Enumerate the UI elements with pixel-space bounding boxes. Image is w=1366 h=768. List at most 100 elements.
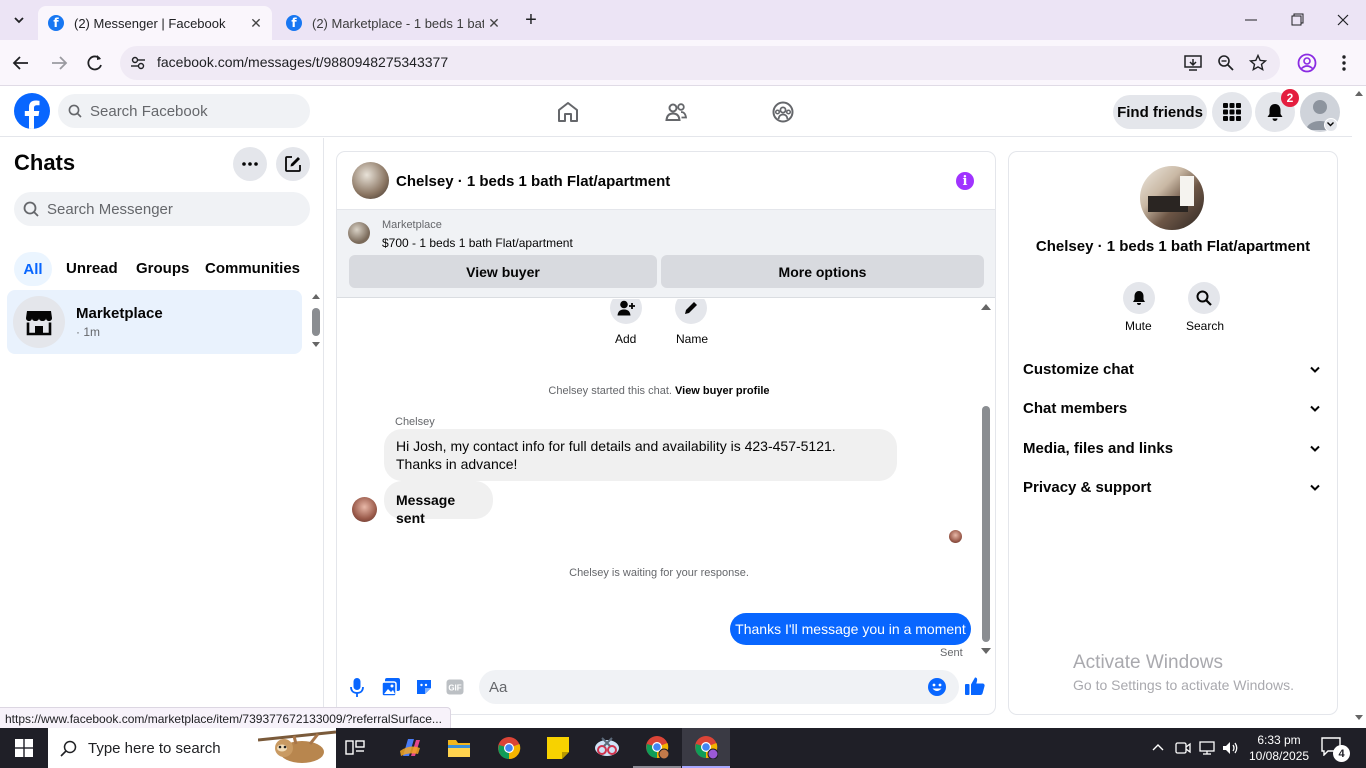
scroll-down-icon[interactable] — [1355, 715, 1363, 720]
taskbar-search[interactable]: Type here to search — [48, 728, 336, 768]
snipping-tool-app[interactable] — [594, 736, 620, 760]
task-view-button[interactable] — [345, 738, 365, 758]
chrome-app[interactable] — [497, 736, 521, 760]
like-thumbs-up-icon[interactable] — [965, 676, 985, 696]
sticker-icon[interactable] — [415, 678, 433, 696]
scroll-thumb[interactable] — [312, 308, 320, 336]
filter-communities[interactable]: Communities — [205, 260, 300, 277]
start-button[interactable] — [0, 728, 48, 768]
file-explorer-app[interactable] — [447, 737, 471, 759]
groups-icon — [772, 101, 794, 123]
filter-unread[interactable]: Unread — [66, 260, 118, 277]
message-input-placeholder: Aa — [489, 679, 508, 696]
profile-button[interactable] — [1297, 53, 1317, 73]
reload-button[interactable] — [84, 52, 106, 74]
nav-friends[interactable] — [664, 100, 688, 124]
chat-list-scrollbar[interactable] — [310, 292, 322, 350]
edit-name-button[interactable] — [675, 299, 707, 324]
site-settings-icon[interactable] — [130, 55, 146, 71]
scroll-up-icon[interactable] — [981, 304, 991, 310]
filter-all[interactable]: All — [14, 252, 52, 286]
nav-home[interactable] — [556, 100, 580, 124]
search-icon — [68, 104, 82, 118]
meet-now-icon[interactable] — [1175, 740, 1191, 756]
view-buyer-button[interactable]: View buyer — [349, 255, 657, 288]
section-privacy-support[interactable]: Privacy & support — [1023, 479, 1323, 501]
search-conversation-button[interactable] — [1188, 282, 1220, 314]
section-customize-chat[interactable]: Customize chat — [1023, 361, 1323, 383]
listing-thumbnail[interactable] — [352, 162, 389, 199]
close-tab-icon[interactable]: ✕ — [246, 15, 266, 32]
chat-options-button[interactable] — [233, 147, 267, 181]
facebook-search[interactable]: Search Facebook — [58, 94, 310, 128]
mute-button[interactable] — [1123, 282, 1155, 314]
microphone-icon[interactable] — [350, 678, 364, 698]
seen-avatar — [949, 530, 962, 543]
scroll-up-icon[interactable] — [1355, 91, 1363, 96]
browser-menu-button[interactable] — [1336, 53, 1352, 73]
messenger-search-placeholder: Search Messenger — [47, 201, 173, 218]
details-listing-photo[interactable] — [1140, 166, 1204, 230]
sender-avatar[interactable] — [352, 497, 377, 522]
tray-chevron-up-icon[interactable] — [1151, 742, 1165, 752]
message-bubble[interactable]: Message sent — [384, 481, 493, 526]
photo-icon[interactable] — [382, 678, 400, 696]
facebook-logo[interactable] — [14, 93, 50, 129]
message-input[interactable]: Aa — [479, 670, 959, 704]
scroll-up-icon[interactable] — [312, 294, 320, 299]
install-app-icon[interactable] — [1183, 54, 1203, 72]
message-thread: Add Name Chelsey started this chat. View… — [337, 299, 995, 661]
scroll-down-icon[interactable] — [981, 648, 991, 654]
add-people-button[interactable] — [610, 299, 642, 324]
restore-button[interactable] — [1284, 12, 1310, 28]
close-window-button[interactable] — [1330, 12, 1356, 28]
more-options-button[interactable]: More options — [661, 255, 984, 288]
nav-groups[interactable] — [771, 100, 795, 124]
page-scrollbar[interactable] — [1352, 87, 1366, 728]
chrome-profile-app[interactable] — [633, 728, 681, 768]
close-tab-icon[interactable]: ✕ — [484, 15, 504, 32]
chrome-active-app[interactable] — [682, 728, 730, 768]
new-tab-button[interactable]: + — [520, 9, 542, 31]
find-friends-button[interactable]: Find friends — [1113, 95, 1207, 129]
new-message-button[interactable] — [276, 147, 310, 181]
tab-marketplace[interactable]: f (2) Marketplace - 1 beds 1 bath ✕ — [276, 6, 510, 40]
volume-icon[interactable] — [1222, 740, 1240, 756]
scroll-thumb[interactable] — [982, 406, 990, 642]
listing-small-thumb[interactable] — [348, 222, 370, 244]
message-bubble[interactable]: Hi Josh, my contact info for full detail… — [384, 429, 897, 481]
facebook-search-placeholder: Search Facebook — [90, 103, 208, 120]
tab-search-button[interactable] — [8, 9, 30, 31]
conversation-info-button[interactable]: i — [956, 172, 974, 190]
thread-scrollbar[interactable] — [980, 302, 992, 658]
sticky-notes-app[interactable] — [546, 736, 570, 760]
account-dropdown-icon[interactable] — [1324, 118, 1338, 132]
tab-messenger[interactable]: f (2) Messenger | Facebook ✕ — [38, 6, 272, 40]
forward-button[interactable] — [48, 52, 70, 74]
storefront-icon — [26, 311, 52, 336]
filter-groups[interactable]: Groups — [136, 260, 189, 277]
messenger-search[interactable]: Search Messenger — [14, 192, 310, 226]
gif-icon[interactable]: GIF — [446, 679, 464, 695]
address-bar[interactable]: facebook.com/messages/t/9880948275343377 — [120, 46, 1280, 80]
view-buyer-profile-link[interactable]: View buyer profile — [675, 385, 770, 397]
minimize-button[interactable] — [1238, 12, 1264, 28]
scroll-down-icon[interactable] — [312, 342, 320, 347]
section-media-files-links[interactable]: Media, files and links — [1023, 440, 1323, 462]
my-message-bubble[interactable]: Thanks I'll message you in a moment — [730, 613, 971, 645]
chrome-icon — [695, 736, 718, 759]
menu-button[interactable] — [1212, 92, 1252, 132]
emoji-icon[interactable] — [928, 678, 946, 696]
section-chat-members[interactable]: Chat members — [1023, 400, 1323, 422]
listing-title[interactable]: $700 - 1 beds 1 bath Flat/apartment — [382, 236, 573, 250]
action-center-button[interactable]: 4 — [1320, 736, 1350, 762]
clock[interactable]: 6:33 pm 10/08/2025 — [1249, 732, 1309, 764]
network-icon[interactable] — [1199, 740, 1217, 756]
bookmark-star-icon[interactable] — [1249, 54, 1267, 72]
back-button[interactable] — [10, 52, 32, 74]
copilot-app[interactable] — [398, 736, 422, 760]
conversation-title[interactable]: Chelsey · 1 beds 1 bath Flat/apartment — [396, 173, 670, 190]
zoom-icon[interactable] — [1217, 54, 1235, 72]
facebook-logo-icon — [24, 100, 40, 129]
chat-list-item[interactable]: Marketplace · 1m — [7, 290, 302, 354]
